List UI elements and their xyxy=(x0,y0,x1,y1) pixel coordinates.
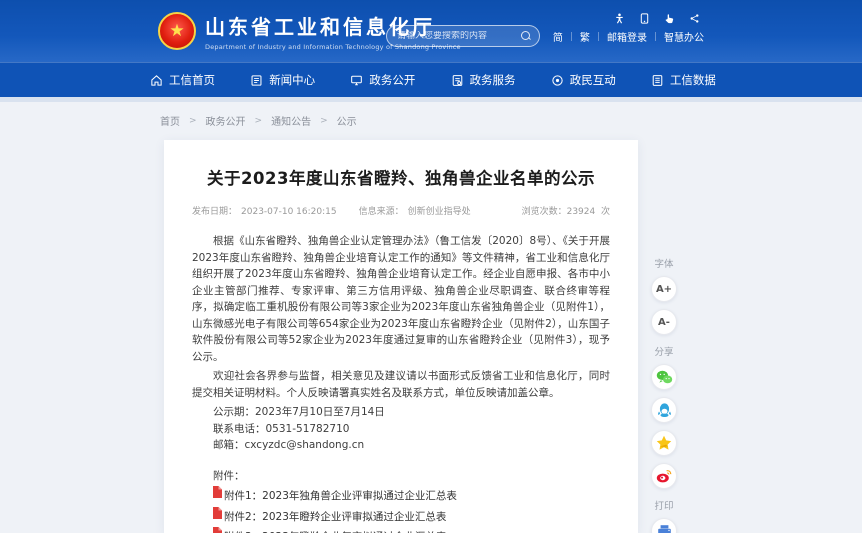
views-label: 浏览次数： xyxy=(522,207,567,217)
weibo-icon xyxy=(656,469,672,483)
article-card: 关于2023年度山东省瞪羚、独角兽企业名单的公示 发布日期： 2023-07-10… xyxy=(164,140,638,533)
data-icon xyxy=(651,74,664,87)
site-banner: ★ 山东省工业和信息化厅 Department of Industry and … xyxy=(0,0,862,62)
print-button[interactable] xyxy=(651,518,677,533)
search-icon[interactable] xyxy=(521,31,531,41)
disclosure-icon xyxy=(350,74,363,87)
page: ★ 山东省工业和信息化厅 Department of Industry and … xyxy=(0,0,862,533)
publish-date-label: 发布日期： xyxy=(192,207,237,217)
page-title: 关于2023年度山东省瞪羚、独角兽企业名单的公示 xyxy=(192,165,610,189)
share-weibo-button[interactable] xyxy=(651,463,677,489)
breadcrumb-disclosure[interactable]: 政务公开 xyxy=(206,113,246,128)
share-qq-button[interactable] xyxy=(651,397,677,423)
publicity-period: 公示期：2023年7月10日至7月14日 xyxy=(192,404,610,421)
nav-item-home[interactable]: 工信首页 xyxy=(150,72,215,88)
nav-item-disclosure[interactable]: 政务公开 xyxy=(350,72,415,88)
breadcrumb-home[interactable]: 首页 xyxy=(160,113,180,128)
link-smart-office[interactable]: 智慧办公 xyxy=(664,29,704,44)
views-count: 23924 xyxy=(567,207,596,217)
news-icon xyxy=(250,74,263,87)
accessibility-icon[interactable] xyxy=(614,13,625,24)
link-mail-login[interactable]: 邮箱登录 xyxy=(607,29,647,44)
font-decrease-button[interactable]: A- xyxy=(651,309,677,335)
qq-icon xyxy=(657,402,672,418)
national-emblem-logo: ★ xyxy=(158,12,196,50)
qzone-star-icon xyxy=(656,435,672,451)
breadcrumb: 首页 > 政务公开 > 通知公告 > 公示 xyxy=(160,113,357,128)
source-value: 创新创业指导处 xyxy=(408,207,471,217)
attachment-link-3[interactable]: 附件3：2023年瞪羚企业复审拟通过企业汇总表 xyxy=(212,529,610,533)
nav-underline xyxy=(0,97,862,102)
pdf-icon xyxy=(212,527,222,533)
views-unit: 次 xyxy=(601,207,610,217)
article-body: 根据《山东省瞪羚、独角兽企业认定管理办法》（鲁工信发〔2020〕8号）、《关于开… xyxy=(192,233,610,533)
link-traditional[interactable]: 繁 xyxy=(580,29,590,44)
font-size-label: 字体 xyxy=(645,256,683,270)
nav-item-news[interactable]: 新闻中心 xyxy=(250,72,315,88)
print-label: 打印 xyxy=(645,498,683,512)
article-meta: 发布日期： 2023-07-10 16:20:15 信息来源： 创新创业指导处 浏览次… xyxy=(192,204,610,217)
pdf-icon xyxy=(212,486,222,498)
nav-item-interaction[interactable]: 政民互动 xyxy=(551,72,616,88)
breadcrumb-notices[interactable]: 通知公告 xyxy=(271,113,311,128)
attachments-section: 附件： 附件1：2023年独角兽企业评审拟通过企业汇总表 附件2：2023年瞪羚… xyxy=(192,468,610,533)
breadcrumb-current: 公示 xyxy=(337,113,357,128)
wechat-icon xyxy=(656,370,673,385)
main-nav: 工信首页 新闻中心 政务公开 政务服务 政民互动 工信数据 xyxy=(0,62,862,97)
side-toolbar: 字体 A+ A- 分享 打印 xyxy=(645,247,683,533)
share-label: 分享 xyxy=(645,344,683,358)
interaction-icon xyxy=(551,74,564,87)
contact-phone: 联系电话：0531-51782710 xyxy=(192,421,610,438)
paragraph-2: 欢迎社会各界参与监督，相关意见及建议请以书面形式反馈省工业和信息化厅，同时提交相… xyxy=(192,368,610,401)
attachments-label: 附件： xyxy=(192,468,610,484)
search-input[interactable] xyxy=(397,31,521,41)
share-icon[interactable] xyxy=(689,13,700,24)
share-wechat-button[interactable] xyxy=(651,364,677,390)
font-increase-button[interactable]: A+ xyxy=(651,276,677,302)
attachment-link-1[interactable]: 附件1：2023年独角兽企业评审拟通过企业汇总表 xyxy=(212,488,610,504)
paragraph-1: 根据《山东省瞪羚、独角兽企业认定管理办法》（鲁工信发〔2020〕8号）、《关于开… xyxy=(192,233,610,365)
pdf-icon xyxy=(212,507,222,519)
contact-email: 邮箱：cxcyzdc@shandong.cn xyxy=(192,437,610,454)
source-label: 信息来源： xyxy=(359,207,404,217)
service-icon xyxy=(451,74,464,87)
share-qzone-button[interactable] xyxy=(651,430,677,456)
search-box[interactable] xyxy=(386,25,540,47)
hand-icon[interactable] xyxy=(664,13,675,24)
header-quick-links: 简 | 繁 | 邮箱登录 | 智慧办公 xyxy=(553,29,704,44)
attachment-link-2[interactable]: 附件2：2023年瞪羚企业评审拟通过企业汇总表 xyxy=(212,509,610,525)
mobile-icon[interactable] xyxy=(639,13,650,24)
nav-item-data[interactable]: 工信数据 xyxy=(651,72,716,88)
home-icon xyxy=(150,74,163,87)
publish-date: 2023-07-10 16:20:15 xyxy=(241,207,337,217)
nav-item-service[interactable]: 政务服务 xyxy=(451,72,516,88)
printer-icon xyxy=(657,524,672,533)
link-simplified[interactable]: 简 xyxy=(553,29,563,44)
